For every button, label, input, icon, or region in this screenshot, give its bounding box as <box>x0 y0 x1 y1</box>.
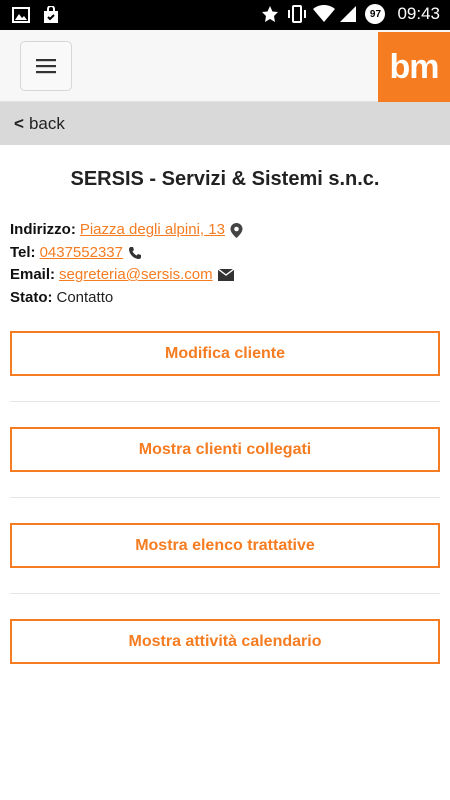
address-label: Indirizzo: <box>10 221 76 238</box>
clock-time: 09:43 <box>397 4 440 23</box>
address-row: Indirizzo: Piazza degli alpini, 13 <box>10 219 440 242</box>
map-pin-icon <box>230 222 243 238</box>
status-value: Contatto <box>56 288 114 306</box>
page-title: SERSIS - Servizi & Sistemi s.n.c. <box>70 168 380 190</box>
status-row: Stato: Contatto <box>10 287 440 310</box>
phone-row: Tel: 0437552337 <box>10 242 440 265</box>
back-label: back <box>28 113 65 133</box>
image-icon <box>12 6 30 24</box>
action-list: Modifica cliente Mostra clienti collegat… <box>10 331 440 664</box>
divider <box>10 593 440 594</box>
hamburger-menu-button[interactable] <box>20 41 72 91</box>
status-label: Stato: <box>10 288 53 306</box>
phone-icon <box>128 246 142 260</box>
email-row: Email: segreteria@sersis.com <box>10 264 440 287</box>
divider <box>10 401 440 402</box>
back-chevron-icon: < <box>14 113 24 133</box>
app-header: bm <box>0 30 450 102</box>
email-label: Email: <box>10 266 56 283</box>
address-link[interactable]: Piazza degli alpini, 13 <box>80 219 225 242</box>
edit-client-button[interactable]: Modifica cliente <box>10 331 440 376</box>
wifi-icon <box>313 4 336 23</box>
phone-label: Tel: <box>10 243 36 261</box>
phone-link[interactable]: 0437552337 <box>40 242 123 265</box>
battery-level-badge: 97 <box>365 4 386 24</box>
brand-logo[interactable]: bm <box>378 32 450 102</box>
vibrate-icon <box>287 5 307 23</box>
divider <box>10 497 440 498</box>
star-icon <box>261 5 279 23</box>
negotiations-button[interactable]: Mostra elenco trattative <box>10 523 440 568</box>
linked-clients-button[interactable]: Mostra clienti collegati <box>10 427 440 472</box>
client-details: Indirizzo: Piazza degli alpini, 13 Tel: … <box>10 219 440 309</box>
status-bar: 97 09:43 <box>0 0 450 30</box>
calendar-activities-button[interactable]: Mostra attività calendario <box>10 619 440 664</box>
email-link[interactable]: segreteria@sersis.com <box>59 264 213 287</box>
hamburger-menu-icon <box>36 58 56 74</box>
back-link[interactable]: < back <box>0 102 450 145</box>
signal-icon <box>339 5 357 23</box>
shopping-bag-icon <box>42 5 60 24</box>
envelope-icon <box>217 269 234 282</box>
